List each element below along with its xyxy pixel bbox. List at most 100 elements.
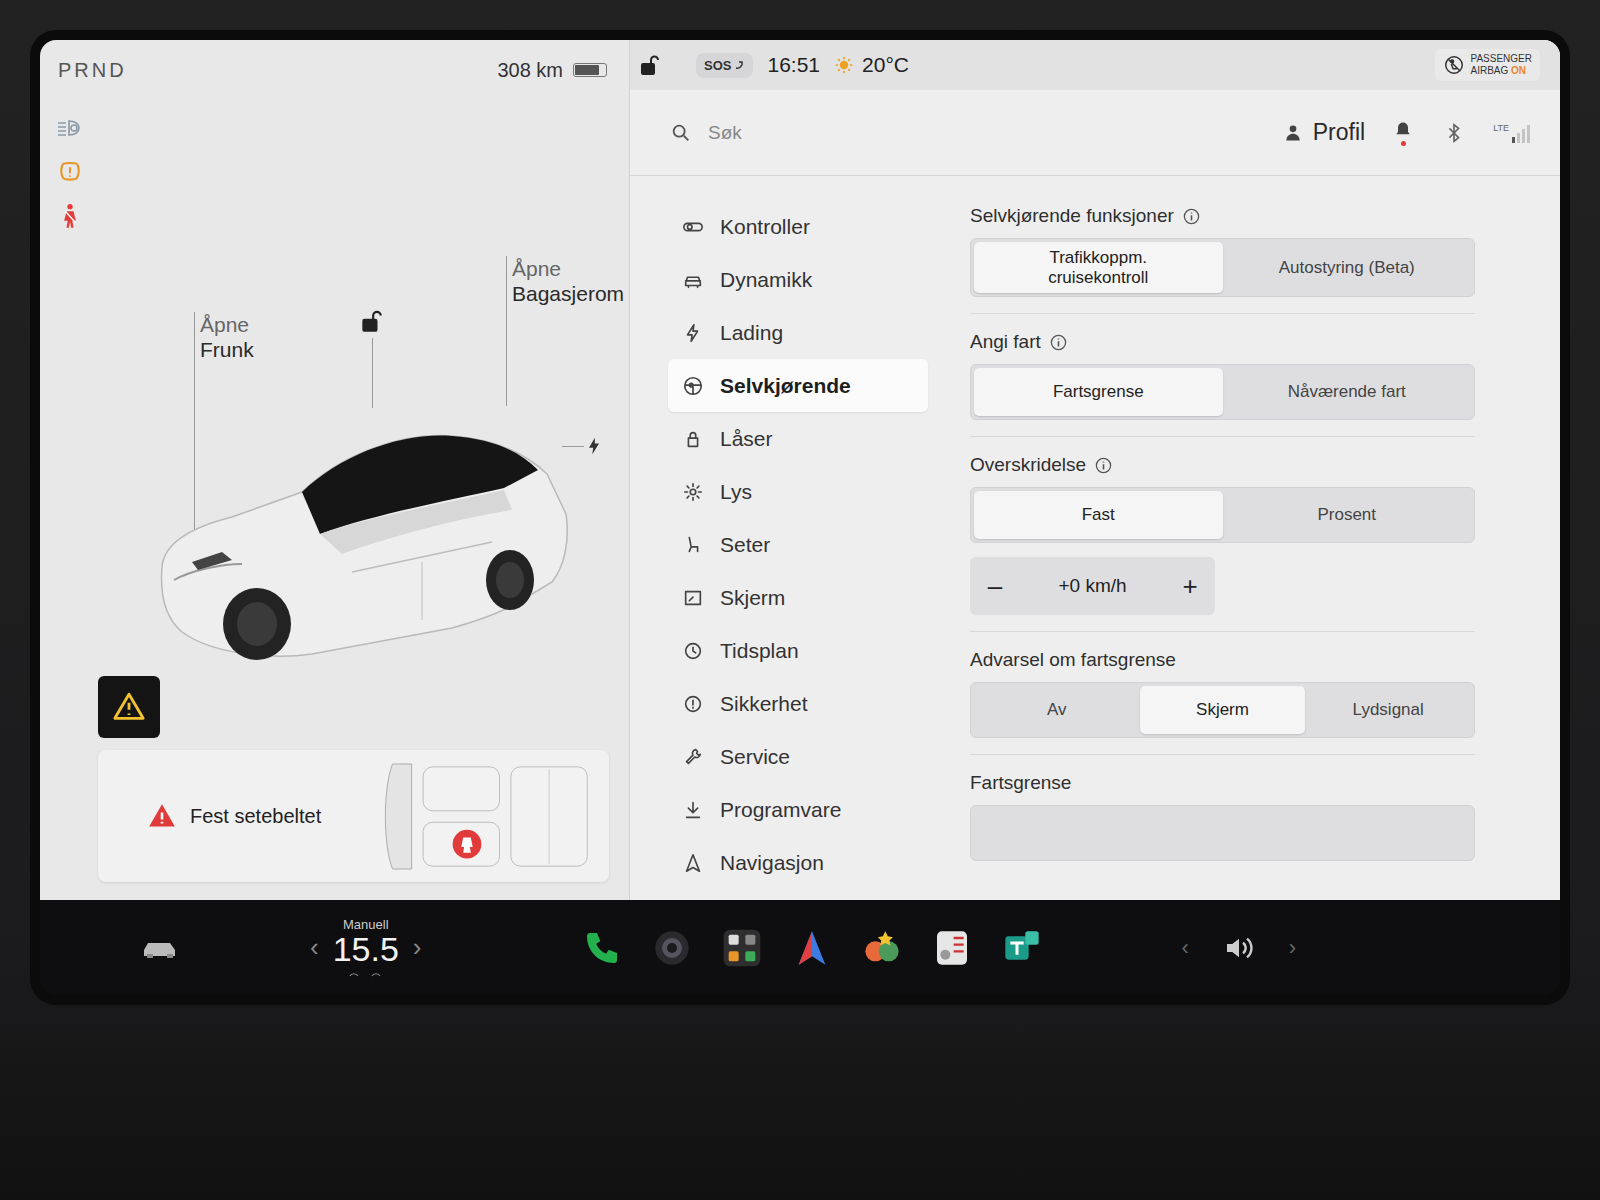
info-icon[interactable]: [1049, 333, 1068, 352]
menu-item-icon: [682, 322, 704, 344]
segment-option[interactable]: Prosent: [1223, 491, 1472, 539]
menu-item-label: Skjerm: [720, 586, 785, 610]
menu-item[interactable]: Seter: [668, 518, 928, 571]
volume-increase[interactable]: ›: [1289, 935, 1296, 961]
settings-section: Advarsel om fartsgrense AvSkjermLydsignal: [970, 648, 1475, 755]
menu-item-icon: [682, 799, 704, 821]
menu-item[interactable]: Programvare: [668, 783, 928, 836]
menu-item[interactable]: Dynamikk: [668, 253, 928, 306]
clock: 16:51: [767, 53, 820, 77]
airbag-text: PASSENGERAIRBAG ON: [1471, 53, 1533, 77]
menu-item-icon: [682, 269, 704, 291]
menu-item[interactable]: Sikkerhet: [668, 677, 928, 730]
section-title: Angi fart: [970, 330, 1475, 354]
teams-icon[interactable]: [1002, 928, 1042, 968]
section-title: Advarsel om fartsgrense: [970, 648, 1475, 672]
section-title-text: Overskridelse: [970, 454, 1086, 476]
menu-item[interactable]: Selvkjørende: [668, 359, 928, 412]
car-unlock-icon[interactable]: [358, 308, 384, 334]
segment-option[interactable]: Trafikkoppm. cruisekontroll: [974, 242, 1223, 293]
offset-stepper: –+0 km/h+: [970, 557, 1215, 615]
settings-section: Fartsgrense: [970, 771, 1475, 877]
temperature-increase[interactable]: ›: [413, 932, 422, 963]
menu-item-icon: [682, 216, 704, 238]
menu-item[interactable]: Navigasjon: [668, 836, 928, 889]
menu-item[interactable]: Lys: [668, 465, 928, 518]
person-icon: [1283, 123, 1303, 143]
menu-item[interactable]: Kontroller: [668, 200, 928, 253]
battery-fill: [575, 65, 599, 75]
phone-icon[interactable]: [582, 928, 622, 968]
menu-item-icon: [682, 587, 704, 609]
sos-button[interactable]: SOS: [696, 53, 753, 78]
sos-call-icon: [733, 59, 745, 71]
menu-item[interactable]: Låser: [668, 412, 928, 465]
menu-item-label: Programvare: [720, 798, 841, 822]
menu-item[interactable]: Lading: [668, 306, 928, 359]
volume-decrease[interactable]: ‹: [1182, 935, 1189, 961]
menu-item-label: Seter: [720, 533, 770, 557]
lock-leader-line: [372, 338, 373, 408]
bluetooth-icon[interactable]: [1443, 122, 1465, 144]
charge-leader-line: [562, 446, 584, 447]
climate-readout[interactable]: Manuell15.5: [333, 917, 399, 978]
charge-port-icon[interactable]: [584, 434, 604, 458]
segmented-control: AvSkjermLydsignal: [970, 682, 1475, 738]
temperature-decrease[interactable]: ‹: [310, 932, 319, 963]
auto-headlight-icon: [55, 114, 85, 142]
menu-item[interactable]: Skjerm: [668, 571, 928, 624]
menu-item-label: Lys: [720, 480, 752, 504]
signal-bar: [1522, 129, 1525, 143]
speaker-icon[interactable]: [1223, 932, 1255, 964]
taskbar: ‹ Manuell15.5 › ‹ ›: [40, 900, 1560, 995]
menu-item[interactable]: Tidsplan: [668, 624, 928, 677]
network-type: LTE: [1493, 123, 1509, 133]
seat-diagram-icon: [383, 759, 593, 874]
car-panel: PRND308 kmÅpneFrunkÅpneBagasjeromFest se…: [40, 40, 630, 900]
segmented-control: FastProsent: [970, 487, 1475, 543]
warning-button[interactable]: [98, 676, 160, 738]
section-title-text: Angi fart: [970, 331, 1041, 353]
segment-option[interactable]: Nåværende fart: [1223, 368, 1472, 416]
settings-menu: KontrollerDynamikkLading Selvkjørende Låse…: [630, 176, 950, 900]
climate-control: ‹ Manuell15.5 ›: [310, 917, 422, 978]
open-frunk-button[interactable]: ÅpneFrunk: [200, 312, 254, 362]
info-icon[interactable]: [1182, 207, 1201, 226]
settings-body: KontrollerDynamikkLading Selvkjørende Låse…: [630, 176, 1560, 900]
open-trunk-button[interactable]: ÅpneBagasjerom: [512, 256, 624, 306]
segment-option[interactable]: Av: [974, 686, 1140, 734]
arcade-icon[interactable]: [862, 928, 902, 968]
menu-item-label: Navigasjon: [720, 851, 824, 875]
segmented-control: [970, 805, 1475, 861]
segment-option[interactable]: Fartsgrense: [974, 368, 1223, 416]
notification-dot: [1401, 141, 1406, 146]
apps-grid-icon[interactable]: [722, 928, 762, 968]
increase-button[interactable]: +: [1165, 557, 1215, 615]
segment-option[interactable]: Lydsignal: [1305, 686, 1471, 734]
menu-item-icon: [682, 428, 704, 450]
menu-item-icon: [682, 852, 704, 874]
info-icon[interactable]: [1094, 456, 1113, 475]
menu-item[interactable]: Service: [668, 730, 928, 783]
segment-option[interactable]: Autostyring (Beta): [1223, 242, 1472, 293]
search-input[interactable]: [706, 121, 1255, 145]
signal-bar: [1527, 125, 1530, 143]
sun-icon: [834, 55, 854, 75]
trunk-leader-line: [506, 256, 507, 406]
decrease-button[interactable]: –: [970, 557, 1020, 615]
section-title-text: Advarsel om fartsgrense: [970, 649, 1176, 671]
search-row: Profil LTE: [630, 90, 1560, 176]
profile-button[interactable]: Profil: [1283, 119, 1365, 146]
segment-option[interactable]: Skjerm: [1140, 686, 1306, 734]
signal-bar: [1517, 133, 1520, 143]
car-icon[interactable]: [140, 935, 180, 961]
notifications-button[interactable]: [1393, 120, 1415, 146]
segment-option[interactable]: Fast: [974, 491, 1223, 539]
unlock-status-icon[interactable]: [638, 53, 662, 77]
toybox-icon[interactable]: [932, 928, 972, 968]
menu-item-label: Selvkjørende: [720, 374, 851, 398]
camera-icon[interactable]: [652, 928, 692, 968]
trunk-label-line1: Åpne: [512, 256, 624, 281]
navigation-icon[interactable]: [792, 928, 832, 968]
menu-item-label: Tidsplan: [720, 639, 799, 663]
